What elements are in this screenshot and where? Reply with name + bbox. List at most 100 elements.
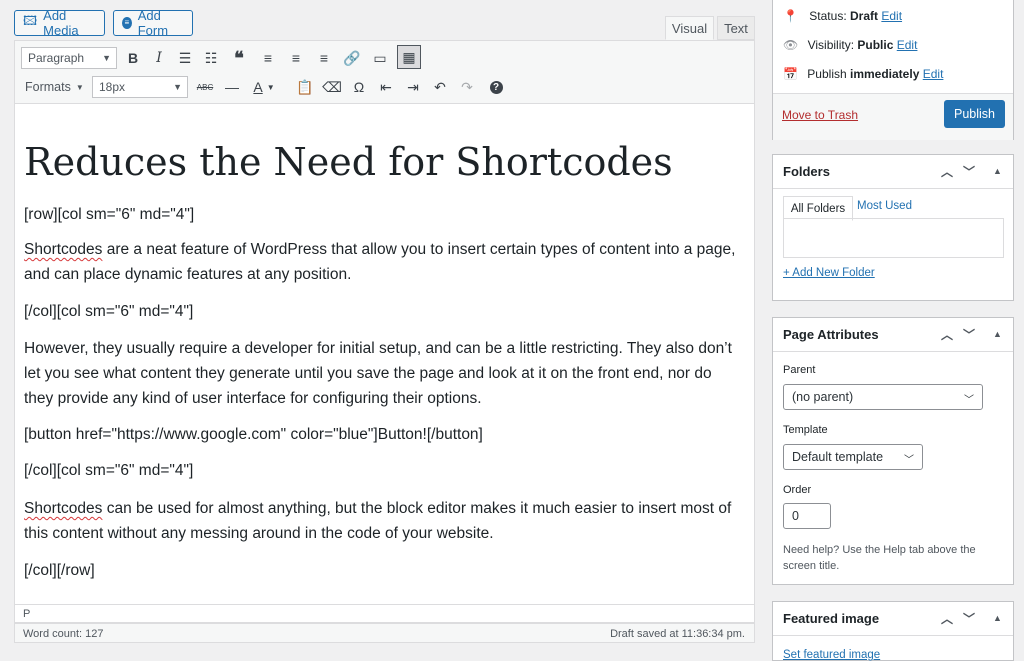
- editor-toolbar: Paragraph ▼ B I ☰ ☷ ❝ ≡ ≡ ≡ 🔗 ▭ ▦ Format…: [14, 40, 755, 104]
- paragraph-select[interactable]: Paragraph ▼: [21, 47, 117, 69]
- parent-select[interactable]: (no parent) ﹀: [783, 384, 983, 410]
- status-edit-link[interactable]: Edit: [881, 9, 902, 23]
- set-featured-image-link[interactable]: Set featured image: [783, 649, 880, 661]
- publish-actions: Move to Trash Publish: [773, 93, 1013, 140]
- italic-icon[interactable]: I: [149, 48, 169, 68]
- caret-down-icon: ▼: [75, 82, 84, 92]
- form-icon: ≡: [122, 17, 132, 29]
- undo-icon[interactable]: ↶: [430, 77, 450, 97]
- featured-image-panel: Featured image ︿ ﹀ ▲ Set featured image: [772, 601, 1014, 661]
- visibility-label: Visibility:: [807, 38, 855, 52]
- publish-button[interactable]: Publish: [944, 100, 1005, 128]
- misspelled-word: Shortcodes: [24, 500, 103, 517]
- chevron-down-icon: ﹀: [964, 395, 974, 406]
- element-path-label[interactable]: P: [23, 608, 30, 620]
- add-new-folder-link[interactable]: + Add New Folder: [783, 267, 875, 279]
- chevron-up-icon[interactable]: ︿: [941, 163, 953, 180]
- chevron-up-icon[interactable]: ︿: [941, 326, 953, 343]
- publish-button-label: Publish: [954, 107, 995, 121]
- add-media-label: Add Media: [43, 8, 79, 38]
- publish-panel: 📍 Status: Draft Edit 👁 Visibility: Publi…: [772, 0, 1014, 140]
- content-paragraph: [/col][/row]: [24, 562, 95, 579]
- redo-icon[interactable]: ↷: [457, 77, 477, 97]
- page-attributes-header: Page Attributes ︿ ﹀ ▲: [773, 318, 1013, 352]
- visibility-row: 👁 Visibility: Public Edit: [783, 38, 917, 52]
- tab-most-used-label: Most Used: [857, 200, 912, 212]
- tab-most-used[interactable]: Most Used: [857, 200, 912, 212]
- content-heading: Reduces the Need for Shortcodes: [24, 140, 673, 184]
- folders-header: Folders ︿ ﹀ ▲: [773, 155, 1013, 189]
- calendar-icon: 📅: [783, 67, 798, 81]
- status-value: Draft: [850, 9, 879, 23]
- visibility-edit-link[interactable]: Edit: [897, 38, 918, 52]
- tab-visual-label: Visual: [671, 20, 708, 36]
- blockquote-icon[interactable]: ❝: [229, 48, 249, 68]
- template-label: Template: [783, 424, 828, 436]
- add-media-button[interactable]: 🖾 Add Media: [14, 8, 105, 38]
- paste-text-icon[interactable]: 📋: [295, 77, 315, 97]
- font-size-select[interactable]: 18px ▼: [92, 76, 188, 98]
- eye-icon: 👁: [783, 38, 799, 52]
- tab-visual[interactable]: Visual: [665, 16, 714, 40]
- order-input-value: 0: [792, 509, 799, 523]
- paragraph-select-label: Paragraph: [28, 51, 85, 65]
- toolbar-toggle-icon[interactable]: ▦: [397, 45, 421, 69]
- order-label: Order: [783, 484, 812, 496]
- align-center-icon[interactable]: ≡: [286, 48, 306, 68]
- read-more-icon[interactable]: ▭: [370, 48, 390, 68]
- content-text: are a neat feature of WordPress that all…: [24, 241, 736, 283]
- content-text: can be used for almost anything, but the…: [24, 500, 732, 542]
- visibility-value: Public: [857, 38, 894, 52]
- align-left-icon[interactable]: ≡: [258, 48, 278, 68]
- pin-icon: 📍: [783, 9, 798, 23]
- caret-down-icon: ▼: [102, 53, 111, 63]
- link-icon[interactable]: 🔗: [342, 48, 362, 68]
- toggle-panel-icon[interactable]: ▲: [993, 613, 1002, 623]
- formats-menu[interactable]: Formats ▼: [25, 77, 85, 97]
- schedule-edit-link[interactable]: Edit: [923, 67, 944, 81]
- media-icon: 🖾: [23, 13, 38, 28]
- toggle-panel-icon[interactable]: ▲: [993, 166, 1002, 176]
- move-to-trash-link[interactable]: Move to Trash: [782, 108, 858, 122]
- chevron-up-icon[interactable]: ︿: [941, 610, 953, 627]
- help-text: Need help? Use the Help tab above the sc…: [783, 544, 976, 572]
- content-paragraph: Shortcodes can be used for almost anythi…: [24, 496, 744, 546]
- page-attributes-title: Page Attributes: [783, 327, 879, 342]
- special-character-icon[interactable]: Ω: [349, 77, 369, 97]
- template-select[interactable]: Default template ﹀: [783, 444, 923, 470]
- order-input[interactable]: 0: [783, 503, 831, 529]
- editor-content[interactable]: Reduces the Need for Shortcodes [row][co…: [14, 104, 755, 605]
- tab-text[interactable]: Text: [717, 16, 755, 40]
- parent-label: Parent: [783, 364, 816, 376]
- bullet-list-icon[interactable]: ☰: [175, 48, 195, 68]
- tab-all-folders-label: All Folders: [790, 202, 846, 215]
- indent-icon[interactable]: ⇥: [403, 77, 423, 97]
- outdent-icon[interactable]: ⇤: [376, 77, 396, 97]
- chevron-down-icon[interactable]: ﹀: [963, 610, 975, 627]
- folders-title: Folders: [783, 164, 830, 179]
- template-select-value: Default template: [792, 450, 884, 464]
- featured-image-header: Featured image ︿ ﹀ ▲: [773, 602, 1013, 636]
- chevron-down-icon[interactable]: ﹀: [963, 326, 975, 343]
- help-icon[interactable]: ?: [486, 77, 506, 97]
- tab-text-label: Text: [724, 20, 748, 36]
- bold-icon[interactable]: B: [123, 48, 143, 68]
- horizontal-line-icon[interactable]: —: [222, 77, 242, 97]
- word-count-bar: Word count: 127 Draft saved at 11:36:34 …: [14, 623, 755, 643]
- align-right-icon[interactable]: ≡: [314, 48, 334, 68]
- element-path: P: [14, 605, 755, 623]
- font-size-label: 18px: [99, 80, 126, 94]
- numbered-list-icon[interactable]: ☷: [201, 48, 221, 68]
- strikethrough-icon[interactable]: ABC: [195, 77, 215, 97]
- clear-formatting-icon[interactable]: ⌫: [322, 77, 342, 97]
- word-count: Word count: 127: [23, 628, 104, 640]
- featured-image-title: Featured image: [783, 611, 880, 626]
- autosave-status: Draft saved at 11:36:34 pm.: [610, 628, 745, 640]
- chevron-down-icon[interactable]: ﹀: [963, 163, 975, 180]
- folders-panel: Folders ︿ ﹀ ▲ All Folders Most Used + Ad…: [772, 154, 1014, 301]
- chevron-down-icon: ﹀: [904, 455, 914, 466]
- add-form-button[interactable]: ≡ Add Form: [113, 8, 193, 38]
- content-paragraph: [button href="https://www.google.com" co…: [24, 426, 483, 443]
- toggle-panel-icon[interactable]: ▲: [993, 329, 1002, 339]
- text-color-icon[interactable]: A ▼: [249, 77, 279, 97]
